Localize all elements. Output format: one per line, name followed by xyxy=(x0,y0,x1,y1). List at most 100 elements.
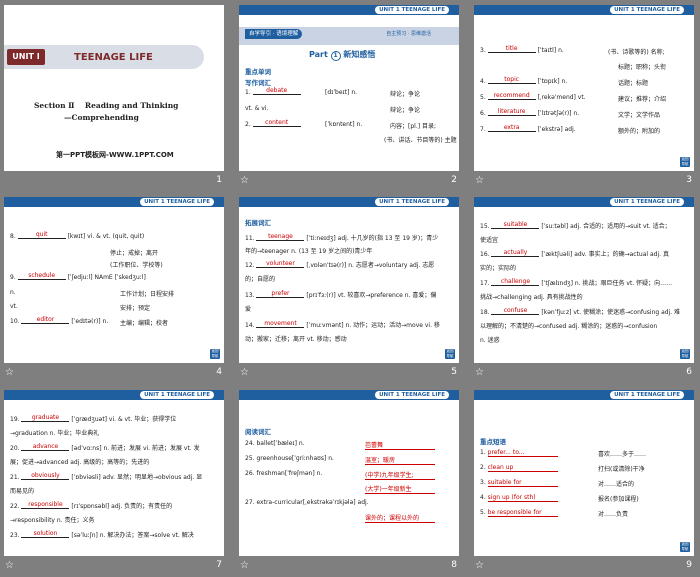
vocab-row: 17. challenge [ˈtʃælɪndʒ] n. 挑战；艰巨任务 vt.… xyxy=(480,278,673,287)
star-icon[interactable]: ☆ xyxy=(475,367,484,378)
vocab-row: 年的→teenager n. (13 至 19 岁之间的)青少年 xyxy=(245,248,373,255)
unit-badge: UNIT 1 TEENAGE LIFE xyxy=(375,391,449,399)
vocab-row: 3. title [ˈtaɪtl] n. (书、诗歌等的) 名称; xyxy=(480,45,665,56)
answer-blank: title xyxy=(487,45,536,53)
vocab-row: 7. extra [ˈekstrə] adj. 额外的；附加的 xyxy=(480,124,661,135)
vocab-row: 以理解的；不清楚的→confused adj. 糊涂的；迷惑的→confusio… xyxy=(480,323,658,330)
page-icon[interactable]: 返回 导航 xyxy=(445,349,455,359)
heading-key-phrases: 重点短语 xyxy=(480,438,506,446)
page-icon[interactable]: 返回 导航 xyxy=(680,157,690,167)
answer-blank: advance xyxy=(21,443,70,451)
answer-blank: teenage xyxy=(256,233,305,241)
vocab-row: 4. topic [ˈtɒpɪk] n. 话题；标题 xyxy=(480,76,649,87)
section-tag: 自学导引 · 语境理解 xyxy=(245,29,303,39)
slide-number: 3 xyxy=(686,175,692,185)
heading-writing-words: 写作词汇 xyxy=(245,79,271,87)
vocab-row: vt. 安排；预定 xyxy=(10,303,151,312)
star-icon[interactable]: ☆ xyxy=(5,367,14,378)
answer-blank: responsible xyxy=(21,501,70,509)
thumb-footer-6: ☆ 6 xyxy=(474,366,700,381)
phrase-row: 2. clean up 打扫(或清除)干净 xyxy=(480,464,645,473)
answer-blank: suitable xyxy=(491,221,540,229)
answer-blank: clean up xyxy=(487,464,558,472)
part-heading: Part 1 新知感悟 xyxy=(309,50,376,61)
answer-blank: confuse xyxy=(491,307,540,315)
slide-number: 8 xyxy=(451,560,457,570)
vocab-row: 22. responsible [rɪˈspɒnsəbl] adj. 负责的；有… xyxy=(10,501,173,510)
answer-blank: topic xyxy=(487,76,536,84)
vocab-row: 26. freshman[ˈfreʃmən] n. (中学)九年级学生; xyxy=(245,470,435,480)
vocab-row: 2. content [ˈkɒntent] n. 内容；[pl.] 目录; xyxy=(245,119,436,130)
unit-badge: UNIT 1 TEENAGE LIFE xyxy=(375,6,449,14)
slide-thumbnail-8[interactable]: UNIT 1 TEENAGE LIFE 阅读词汇 24. ballet[ˈbæl… xyxy=(239,390,459,556)
star-icon[interactable]: ☆ xyxy=(475,560,484,571)
star-icon[interactable]: ☆ xyxy=(240,560,249,571)
section-heading: Section Ⅱ Reading and Thinking xyxy=(34,101,179,110)
answer-blank: sign up (for sth) xyxy=(487,494,558,502)
answer-blank: recommend xyxy=(487,92,536,100)
page-icon[interactable]: 返回 导航 xyxy=(680,542,690,552)
unit-badge: UNIT 1 TEENAGE LIFE xyxy=(140,198,214,206)
vocab-row: 18. confuse [kənˈfjuːz] vt. 使糊涂；使迷惑→conf… xyxy=(480,307,681,316)
phrase-row: 3. suitable for 对……适合的 xyxy=(480,479,635,488)
answer-blank: editor xyxy=(21,316,70,324)
slide-number: 1 xyxy=(216,175,222,185)
vocab-row: vt. & vi. 辩论；争论 xyxy=(245,105,421,114)
star-icon[interactable]: ☆ xyxy=(475,175,484,186)
slide-thumbnail-3[interactable]: UNIT 1 TEENAGE LIFE 3. title [ˈtaɪtl] n.… xyxy=(474,5,694,171)
answer-blank: be responsible for xyxy=(487,509,558,517)
vocab-row: 实的；实际的 xyxy=(480,265,517,272)
star-icon[interactable]: ☆ xyxy=(240,175,249,186)
slide-number: 6 xyxy=(686,367,692,377)
slide-thumbnail-2[interactable]: UNIT 1 TEENAGE LIFE 自学导引 · 语境理解 自主预习 · 思… xyxy=(239,5,459,171)
answer-blank: challenge xyxy=(491,278,540,286)
heading-reading-words: 阅读词汇 xyxy=(245,428,271,436)
heading-key-words: 重点单词 xyxy=(245,68,271,76)
website-text: 第一PPT模板网-WWW.1PPT.COM xyxy=(56,151,174,159)
answer-blank: 课外的；课程以外的 xyxy=(365,513,435,523)
slide-thumbnail-5[interactable]: UNIT 1 TEENAGE LIFE 拓展词汇 11. teenage [ˈt… xyxy=(239,197,459,363)
unit-badge: UNIT 1 TEENAGE LIFE xyxy=(610,6,684,14)
vocab-row: n. 迷惑 xyxy=(480,337,500,344)
page-icon[interactable]: 返回 导航 xyxy=(210,349,220,359)
vocab-row: 19. graduate [ˈɡrædʒuət] vi. & vt. 毕业；获得… xyxy=(10,414,177,423)
slide-thumbnail-4[interactable]: UNIT 1 TEENAGE LIFE 8. quit [kwɪt] vi. &… xyxy=(4,197,224,363)
unit-badge: UNIT Ⅰ xyxy=(7,49,45,65)
star-icon[interactable]: ☆ xyxy=(5,560,14,571)
slide-thumbnail-7[interactable]: UNIT 1 TEENAGE LIFE 19. graduate [ˈɡrædʒ… xyxy=(4,390,224,556)
vocab-row: 的；自愿的 xyxy=(245,276,276,283)
answer-blank: 芭蕾舞 xyxy=(365,440,435,450)
vocab-row: 23. solution [səˈluːʃn] n. 解决办法；答案→solve… xyxy=(10,530,194,539)
phrase-row: 1. prefer... to... 喜欢……多于…… xyxy=(480,449,647,458)
vocab-row: 12. volunteer [ˌvɒlənˈtɪə(r)] n. 志愿者→vol… xyxy=(245,260,435,269)
vocab-row: 9. schedule [ˈʃedjuːl] NAmE [ˈskedʒuːl] xyxy=(10,272,146,281)
thumb-footer-1: 1 xyxy=(4,174,232,189)
vocab-row: 10. editor [ˈedɪtə(r)] n. 主编；编辑；校者 xyxy=(10,316,169,327)
vocab-row: 24. ballet[ˈbæleɪ] n. 芭蕾舞 xyxy=(245,440,435,450)
answer-blank: obviously xyxy=(21,472,70,480)
vocab-row: 27. extra-curricular[ˌekstrəkəˈrɪkjələ] … xyxy=(245,499,369,506)
slide-thumbnail-9[interactable]: UNIT 1 TEENAGE LIFE 重点短语 1. prefer... to… xyxy=(474,390,694,556)
slide-thumbnail-1[interactable]: UNIT Ⅰ TEENAGE LIFE Section Ⅱ Reading an… xyxy=(4,5,224,171)
answer-blank: 温室；暖房 xyxy=(365,455,435,465)
vocab-row: 挑战→challenging adj. 具有挑战性的 xyxy=(480,294,583,301)
vocab-row: →graduation n. 毕业；毕业典礼 xyxy=(10,430,100,437)
answer-blank: debate xyxy=(252,87,301,95)
page-icon[interactable]: 返回 导航 xyxy=(680,349,690,359)
answer-blank: (大学)一年级新生 xyxy=(365,484,435,494)
answer-blank: quit xyxy=(17,231,66,239)
vocab-row: 动；搬家；迁移；离开 vt. 移动；感动 xyxy=(245,336,347,343)
vocab-row: 16. actually [ˈæktʃuəli] adv. 事实上；的确→act… xyxy=(480,249,669,258)
unit-badge: UNIT 1 TEENAGE LIFE xyxy=(610,391,684,399)
slide-number: 2 xyxy=(451,175,457,185)
phrase-row: 5. be responsible for 对……负责 xyxy=(480,509,629,518)
slide-thumbnail-6[interactable]: UNIT 1 TEENAGE LIFE 15. suitable [ˈsuːtə… xyxy=(474,197,694,363)
vocab-row: 15. suitable [ˈsuːtəbl] adj. 合适的；适用的→sui… xyxy=(480,221,671,230)
star-icon[interactable]: ☆ xyxy=(240,367,249,378)
phrase-row: 4. sign up (for sth) 报名(参加课程) xyxy=(480,494,639,503)
vocab-row: 1. debate [dɪˈbeɪt] n. 辩论；争论 xyxy=(245,87,421,98)
vocab-row: n. 工作计划；日程安排 xyxy=(10,289,175,298)
slide-number: 7 xyxy=(216,560,222,570)
vocab-row: 5. recommend [ˌrekəˈmend] vt. 建议；推荐；介绍 xyxy=(480,92,667,103)
vocab-row: 14. movement [ˈmuːvmənt] n. 动作；运动；活动→mov… xyxy=(245,320,440,329)
